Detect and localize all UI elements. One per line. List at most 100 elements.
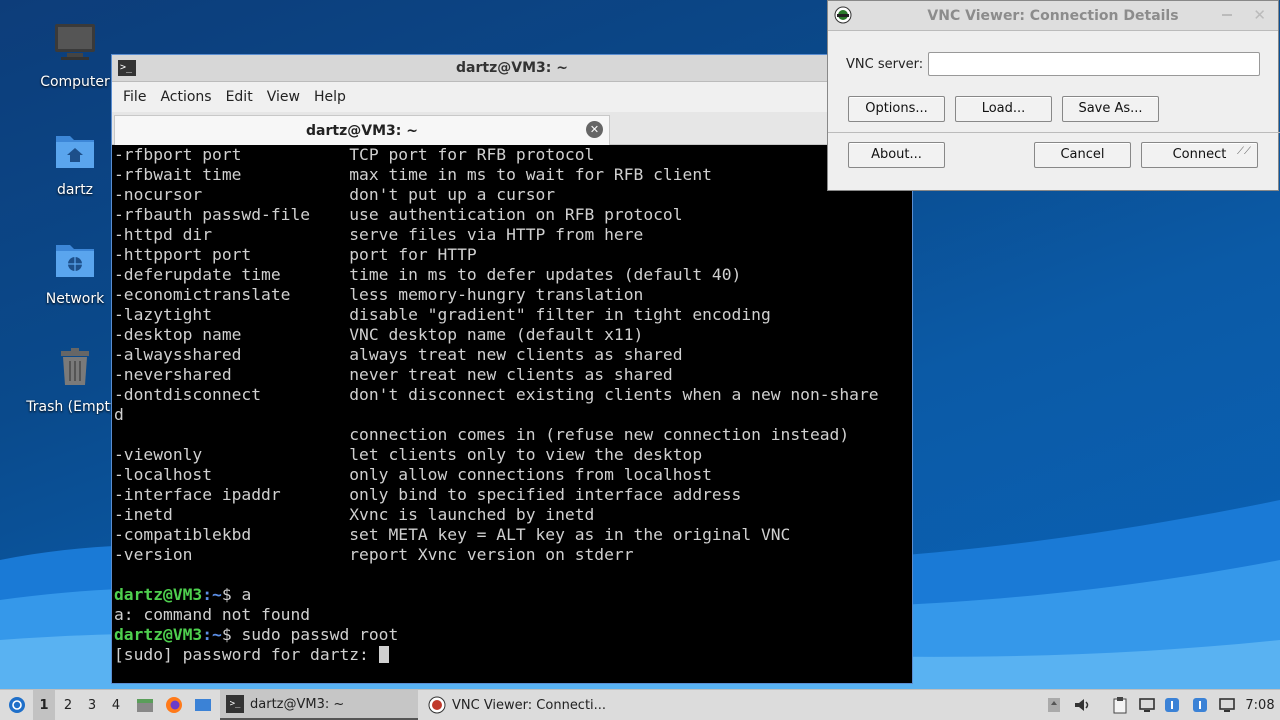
terminal-output-line: -compatiblekbd set META key = ALT key as… (114, 525, 791, 544)
file-manager-icon (137, 699, 153, 712)
trash-icon (61, 348, 89, 385)
separator (828, 132, 1280, 133)
connect-button[interactable]: Connect ⟋⟋ (1141, 142, 1258, 168)
terminal-output-line: -viewonly let clients only to view the d… (114, 445, 703, 464)
menu-actions[interactable]: Actions (153, 89, 218, 105)
vnc-server-label: VNC server: (846, 56, 924, 72)
terminal-output-line: a: command not found (114, 605, 311, 624)
close-icon[interactable]: ✕ (1253, 6, 1266, 24)
terminal-input-line[interactable]: [sudo] password for dartz: (114, 645, 910, 665)
text-cursor (378, 646, 389, 663)
terminal-menubar: File Actions Edit View Help (112, 82, 912, 112)
close-tab-icon[interactable]: ✕ (586, 121, 603, 138)
tray-updates[interactable] (1044, 690, 1064, 720)
terminal-output-line: -httpd dir serve files via HTTP from her… (114, 225, 644, 244)
vnc-server-row: VNC server: (846, 52, 1261, 76)
info-icon (1193, 698, 1207, 712)
tray-clipboard[interactable] (1110, 690, 1130, 720)
terminal-output-line: -lazytight disable "gradient" filter in … (114, 305, 771, 324)
resize-grip-icon: ⟋⟋ (1237, 146, 1251, 157)
tray-network[interactable] (1137, 690, 1157, 720)
prompt-path: :~ (202, 625, 222, 644)
tray-notification-1[interactable] (1162, 690, 1182, 720)
terminal-output[interactable]: -rfbport port TCP port for RFB protocol -… (112, 145, 912, 683)
terminal-window[interactable]: >_ dartz@VM3: ~ File Actions Edit View H… (111, 54, 913, 684)
home-folder-icon (56, 136, 94, 168)
clock[interactable]: 7:08 (1244, 690, 1276, 720)
prompt-symbol: $ (221, 585, 242, 604)
file-manager-launcher[interactable] (134, 690, 156, 720)
vnc-connection-dialog[interactable]: VNC Viewer: Connection Details ✕ VNC ser… (827, 0, 1280, 191)
sudo-prompt: [sudo] password for dartz: (114, 645, 379, 664)
task-terminal[interactable]: >_ dartz@VM3: ~ (220, 690, 418, 720)
clipboard-icon (1113, 697, 1127, 714)
menu-view[interactable]: View (260, 89, 307, 105)
terminal-output-line: -deferupdate time time in ms to defer up… (114, 265, 742, 284)
terminal-output-line: -interface ipaddr only bind to specified… (114, 485, 742, 504)
terminal-output-line: -localhost only allow connections from l… (114, 465, 712, 484)
window-title: VNC Viewer: Connection Details (927, 7, 1179, 24)
task-label: dartz@VM3: ~ (250, 696, 345, 712)
save-as-button[interactable]: Save As... (1062, 96, 1159, 122)
firefox-launcher[interactable] (163, 690, 185, 720)
network-folder-icon (56, 245, 94, 277)
start-menu-button[interactable] (4, 690, 30, 720)
firefox-icon (166, 697, 182, 713)
terminal-tabbar: dartz@VM3: ~ ✕ (112, 112, 912, 145)
workspace-1[interactable]: 1 (33, 690, 55, 720)
about-button[interactable]: About... (848, 142, 945, 168)
load-button[interactable]: Load... (955, 96, 1052, 122)
tab-label: dartz@VM3: ~ (306, 122, 418, 139)
menu-file[interactable]: File (116, 89, 153, 105)
terminal-output-line: -economictranslate less memory-hungry tr… (114, 285, 644, 304)
task-label: VNC Viewer: Connecti... (452, 697, 607, 713)
show-desktop-button[interactable] (192, 690, 214, 720)
tray-display[interactable] (1217, 690, 1237, 720)
terminal-output-line: -rfbport port TCP port for RFB protocol (114, 145, 595, 164)
terminal-output-line: -dontdisconnect don't disconnect existin… (114, 385, 879, 404)
updates-icon (1048, 698, 1060, 712)
command-text: a (241, 585, 252, 604)
terminal-output-line: -inetd Xvnc is launched by inetd (114, 505, 595, 524)
prompt-user: dartz@VM3 (114, 625, 203, 644)
terminal-output-line: -rfbwait time max time in ms to wait for… (114, 165, 712, 184)
prompt-path: :~ (202, 585, 222, 604)
computer-icon (55, 24, 95, 60)
terminal-app-icon: >_ (118, 60, 136, 76)
terminal-titlebar[interactable]: >_ dartz@VM3: ~ (112, 55, 912, 82)
terminal-output-line: connection comes in (refuse new connecti… (114, 425, 850, 444)
taskbar: 1 2 3 4 >_ dartz@VM3: ~ VNC Viewer: Conn… (0, 689, 1280, 720)
terminal-output-line: -alwaysshared always treat new clients a… (114, 345, 683, 364)
workspace-2[interactable]: 2 (57, 690, 79, 720)
terminal-output-line: -nocursor don't put up a cursor (114, 185, 556, 204)
terminal-tab[interactable]: dartz@VM3: ~ ✕ (114, 115, 610, 145)
terminal-prompt-line: dartz@VM3:~$ sudo passwd root (114, 625, 910, 645)
options-button[interactable]: Options... (848, 96, 945, 122)
vnc-app-icon (834, 6, 852, 24)
terminal-output-line: -nevershared never treat new clients as … (114, 365, 673, 384)
vnc-titlebar[interactable]: VNC Viewer: Connection Details ✕ (828, 1, 1278, 31)
workspace-4[interactable]: 4 (105, 690, 127, 720)
menu-edit[interactable]: Edit (219, 89, 260, 105)
tray-volume[interactable] (1072, 690, 1092, 720)
prompt-symbol: $ (221, 625, 242, 644)
tray-notification-2[interactable] (1190, 690, 1210, 720)
connect-label: Connect (1172, 147, 1227, 162)
terminal-output-line: -httpport port port for HTTP (114, 245, 477, 264)
vnc-app-icon (428, 696, 446, 714)
menu-help[interactable]: Help (307, 89, 353, 105)
task-vnc-viewer[interactable]: VNC Viewer: Connecti... (422, 690, 620, 720)
terminal-output-line: -version report Xvnc version on stderr (114, 545, 634, 564)
minimize-icon[interactable] (1222, 14, 1232, 16)
volume-icon (1075, 699, 1089, 711)
info-icon (1165, 698, 1179, 712)
desktop-icon (195, 699, 211, 711)
vnc-server-input[interactable] (928, 52, 1261, 76)
workspace-3[interactable]: 3 (81, 690, 103, 720)
terminal-output-line: -rfbauth passwd-file use authentication … (114, 205, 683, 224)
lubuntu-logo-icon (9, 697, 25, 713)
cancel-button[interactable]: Cancel (1034, 142, 1131, 168)
monitor-icon (1219, 698, 1235, 712)
terminal-prompt-line: dartz@VM3:~$ a (114, 585, 910, 605)
